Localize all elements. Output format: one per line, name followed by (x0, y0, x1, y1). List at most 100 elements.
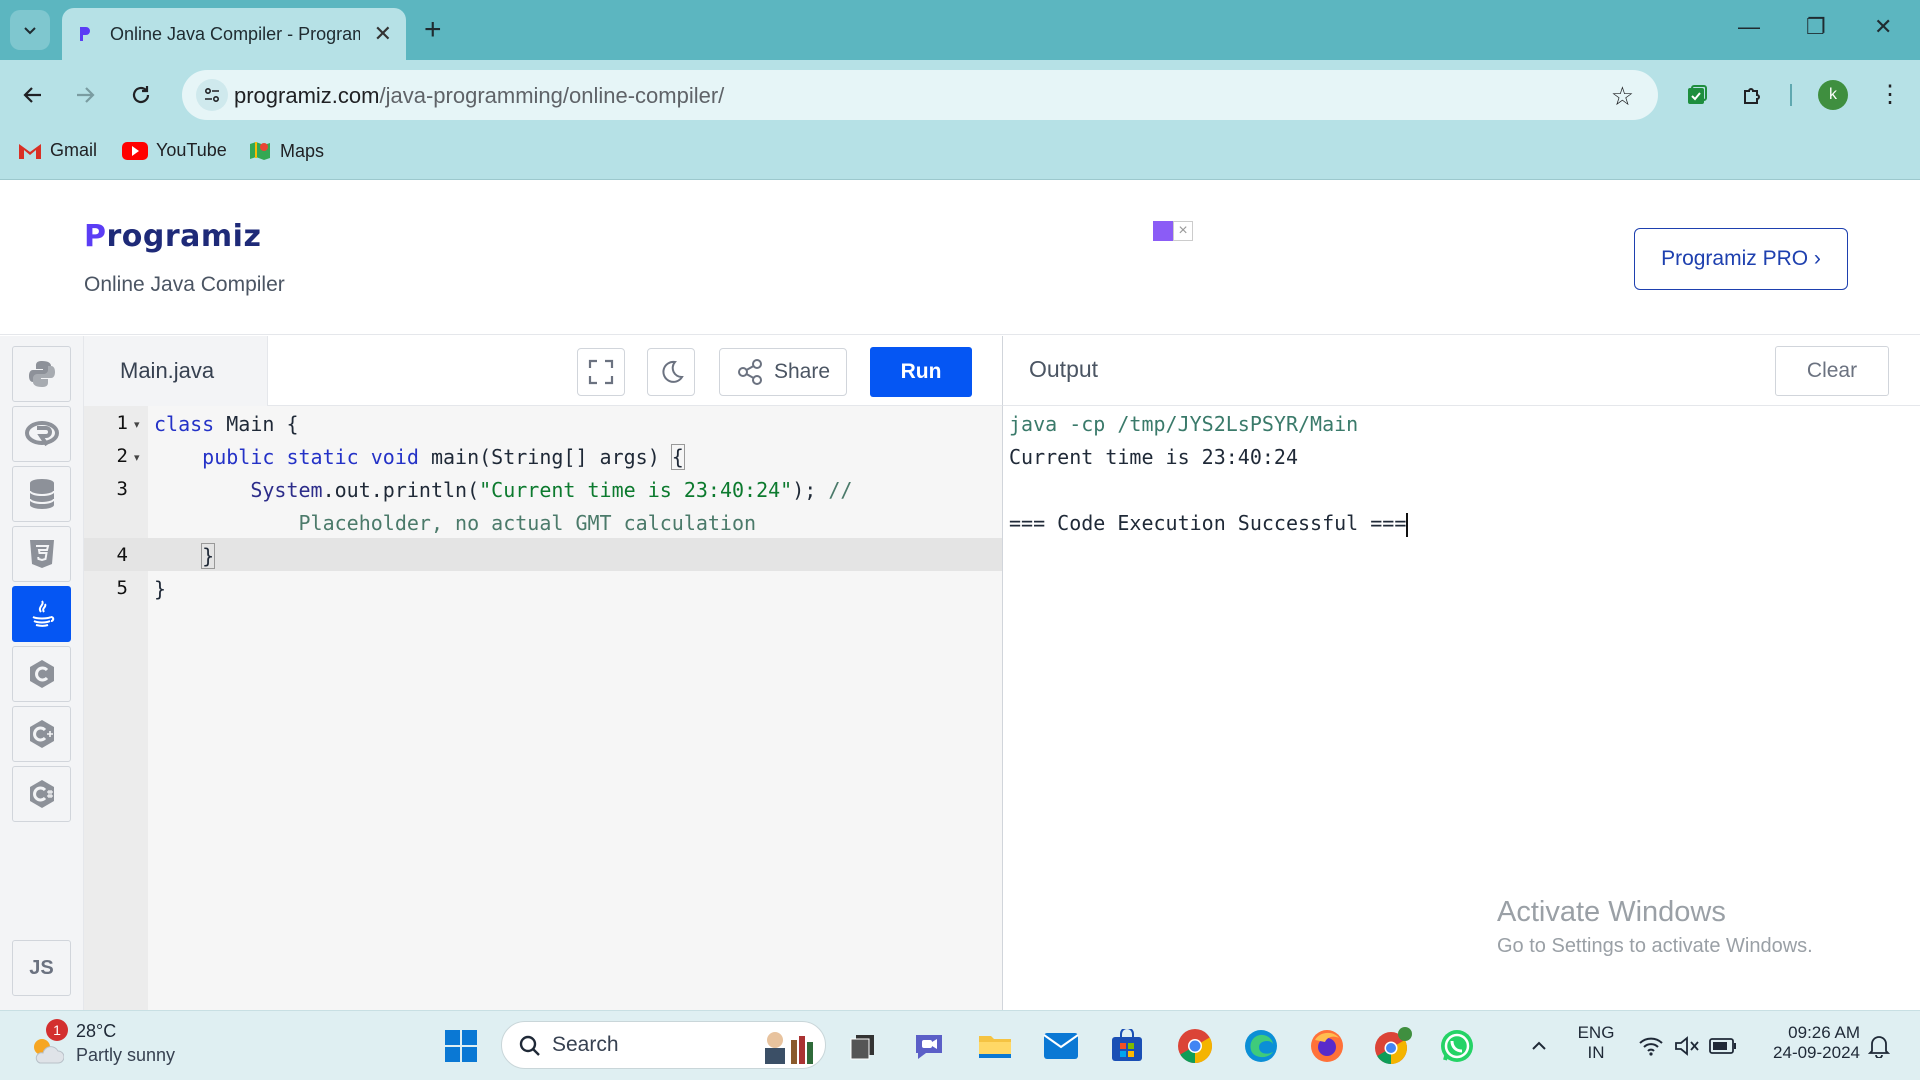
sidebar-item-html[interactable] (12, 526, 71, 582)
chevron-up-icon (1532, 1041, 1546, 1050)
file-explorer-button[interactable] (974, 1025, 1016, 1067)
csharp-icon (29, 780, 54, 808)
taskbar-search[interactable]: Search (501, 1021, 826, 1069)
minimize-button[interactable]: — (1738, 14, 1760, 40)
line-number: 2 (116, 445, 128, 467)
c-lang-icon (29, 660, 54, 688)
task-view-button[interactable] (842, 1025, 884, 1067)
system-clock[interactable]: 09:26 AM 24-09-2024 (1760, 1023, 1860, 1063)
watermark-title: Activate Windows (1497, 896, 1726, 928)
database-icon (28, 479, 55, 509)
share-label: Share (773, 360, 831, 383)
wifi-icon (1639, 1037, 1663, 1056)
clock-date: 24-09-2024 (1773, 1043, 1860, 1062)
notifications-button[interactable] (1858, 1025, 1900, 1067)
fold-arrow-icon[interactable]: ▾ (134, 418, 140, 431)
bookmark-label: Maps (280, 140, 325, 161)
bookmark-star-icon[interactable]: ☆ (1611, 81, 1634, 112)
text-caret (1406, 512, 1409, 537)
programiz-pro-button[interactable]: Programiz PRO › (1634, 228, 1848, 290)
extension-icon[interactable] (1682, 80, 1712, 110)
code-line-5: } (154, 577, 167, 601)
chrome-button[interactable] (1174, 1025, 1216, 1067)
code-line-2: public static void main(String[] args) { (202, 444, 685, 470)
close-window-button[interactable]: ✕ (1874, 14, 1892, 40)
sidebar-item-javascript[interactable]: JS (12, 940, 71, 996)
output-line: Current time is 23:40:24 (1009, 445, 1298, 469)
tab-close-icon[interactable]: ✕ (374, 21, 392, 47)
share-button[interactable]: Share (719, 348, 847, 396)
edge-button[interactable] (1240, 1025, 1282, 1067)
mail-icon (1043, 1033, 1079, 1059)
teams-chat-button[interactable] (908, 1025, 950, 1067)
new-tab-button[interactable]: + (424, 12, 442, 48)
extensions-puzzle-icon[interactable] (1738, 80, 1768, 110)
html5-icon (29, 540, 54, 568)
address-bar[interactable]: programiz.com/java-programming/online-co… (182, 70, 1658, 120)
sidebar-item-java[interactable] (12, 586, 71, 642)
arrow-right-icon (77, 87, 95, 103)
fullscreen-button[interactable] (577, 348, 625, 396)
weather-badge: 1 (46, 1019, 68, 1041)
gmail-icon (19, 143, 41, 159)
sidebar-item-sql[interactable] (12, 466, 71, 522)
reload-button[interactable] (126, 80, 156, 110)
windows-taskbar: 1 28°C Partly sunny Search ENG IN 09:26 … (0, 1010, 1920, 1080)
tab-title: Online Java Compiler - Programiz (110, 23, 360, 44)
run-button[interactable]: Run (870, 347, 972, 397)
tab-search-button[interactable] (10, 10, 50, 50)
editor-toolbar: Main.java Share Run (84, 336, 1002, 406)
input-language[interactable]: ENG IN (1576, 1023, 1616, 1063)
profile-avatar[interactable]: k (1818, 80, 1848, 110)
sidebar-item-python[interactable] (12, 346, 71, 402)
store-button[interactable] (1106, 1025, 1148, 1067)
sidebar-item-c[interactable] (12, 646, 71, 702)
mail-button[interactable] (1040, 1025, 1082, 1067)
ad-choices[interactable]: × (1153, 221, 1193, 241)
fold-arrow-icon[interactable]: ▾ (134, 451, 140, 464)
reload-icon (132, 86, 150, 104)
browser-tab-bar: Online Java Compiler - Programiz ✕ + — ❐… (0, 0, 1920, 60)
clock-time: 09:26 AM (1788, 1023, 1860, 1042)
clear-button[interactable]: Clear (1775, 346, 1889, 396)
file-tab-main-java[interactable]: Main.java (84, 336, 268, 406)
r-lang-icon (24, 421, 59, 447)
restore-button[interactable]: ❐ (1806, 14, 1826, 40)
bookmark-youtube[interactable]: YouTube (122, 140, 227, 161)
search-placeholder: Search (552, 1033, 619, 1056)
browser-tab-active[interactable]: Online Java Compiler - Programiz ✕ (62, 8, 406, 60)
region-code: IN (1587, 1043, 1605, 1062)
bookmark-gmail[interactable]: Gmail (18, 140, 97, 161)
arrow-left-icon (23, 87, 41, 103)
windows-logo-icon (445, 1030, 477, 1062)
windows-start-button[interactable] (440, 1025, 482, 1067)
ad-close-icon[interactable]: × (1173, 221, 1193, 241)
chrome-profile-button[interactable] (1372, 1025, 1414, 1067)
site-settings-icon[interactable] (196, 79, 228, 111)
more-menu-icon[interactable]: ⋮ (1878, 80, 1902, 109)
battery-button[interactable] (1702, 1025, 1744, 1067)
line-number: 4 (116, 544, 128, 566)
dark-mode-button[interactable] (647, 348, 695, 396)
sidebar-item-cpp[interactable] (12, 706, 71, 762)
chevron-down-icon (24, 27, 36, 35)
maps-icon (250, 142, 270, 160)
sidebar-item-r[interactable] (12, 406, 71, 462)
js-label: JS (29, 956, 54, 979)
weather-condition: Partly sunny (76, 1045, 176, 1065)
output-status: === Code Execution Successful === (1009, 511, 1409, 537)
code-editor[interactable]: 1 ▾ class Main { 2 ▾ public static void … (84, 406, 1002, 1010)
weather-temperature: 28°C (76, 1021, 117, 1041)
firefox-button[interactable] (1306, 1025, 1348, 1067)
programiz-logo[interactable]: Programiz (84, 219, 261, 254)
bookmark-maps[interactable]: Maps (248, 140, 324, 162)
ad-info-icon[interactable] (1153, 221, 1173, 241)
store-icon (1112, 1029, 1142, 1061)
forward-button[interactable] (70, 80, 100, 110)
show-hidden-icons-button[interactable] (1518, 1025, 1560, 1067)
back-button[interactable] (18, 80, 48, 110)
folder-icon (979, 1036, 1011, 1058)
page-subtitle: Online Java Compiler (84, 273, 285, 296)
whatsapp-button[interactable] (1436, 1025, 1478, 1067)
sidebar-item-csharp[interactable] (12, 766, 71, 822)
